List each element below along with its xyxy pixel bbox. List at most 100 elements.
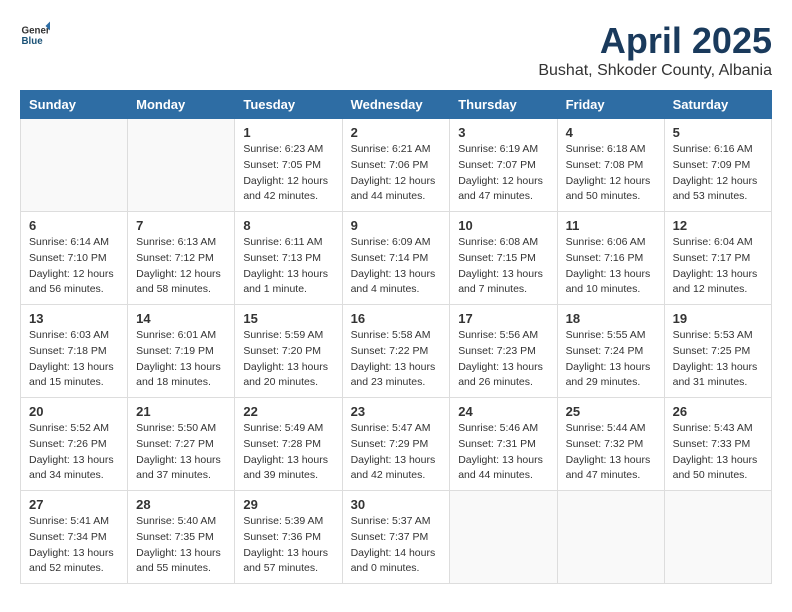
weekday-header-thursday: Thursday bbox=[450, 91, 557, 119]
day-number: 23 bbox=[351, 404, 442, 419]
day-info: Sunrise: 5:58 AM Sunset: 7:22 PM Dayligh… bbox=[351, 328, 442, 391]
title-section: April 2025 Bushat, Shkoder County, Alban… bbox=[538, 20, 772, 80]
day-info: Sunrise: 5:43 AM Sunset: 7:33 PM Dayligh… bbox=[673, 421, 763, 484]
logo: General Blue bbox=[20, 20, 50, 50]
day-number: 29 bbox=[243, 497, 333, 512]
day-info: Sunrise: 6:01 AM Sunset: 7:19 PM Dayligh… bbox=[136, 328, 226, 391]
day-number: 2 bbox=[351, 125, 442, 140]
calendar-cell bbox=[128, 119, 235, 212]
calendar-cell: 30 Sunrise: 5:37 AM Sunset: 7:37 PM Dayli… bbox=[342, 491, 450, 584]
calendar-cell: 20Sunrise: 5:52 AM Sunset: 7:26 PM Dayli… bbox=[21, 398, 128, 491]
day-number: 5 bbox=[673, 125, 763, 140]
day-number: 6 bbox=[29, 218, 119, 233]
day-info: Sunrise: 6:14 AM Sunset: 7:10 PM Dayligh… bbox=[29, 235, 119, 298]
calendar-body: 1Sunrise: 6:23 AM Sunset: 7:05 PM Daylig… bbox=[21, 119, 772, 584]
day-info: Sunrise: 5:49 AM Sunset: 7:28 PM Dayligh… bbox=[243, 421, 333, 484]
calendar-cell bbox=[21, 119, 128, 212]
day-info: Sunrise: 6:13 AM Sunset: 7:12 PM Dayligh… bbox=[136, 235, 226, 298]
weekday-header-sunday: Sunday bbox=[21, 91, 128, 119]
day-number: 1 bbox=[243, 125, 333, 140]
day-info: Sunrise: 5:39 AM Sunset: 7:36 PM Dayligh… bbox=[243, 514, 333, 577]
weekday-header-wednesday: Wednesday bbox=[342, 91, 450, 119]
weekday-header-tuesday: Tuesday bbox=[235, 91, 342, 119]
day-number: 12 bbox=[673, 218, 763, 233]
day-info: Sunrise: 5:53 AM Sunset: 7:25 PM Dayligh… bbox=[673, 328, 763, 391]
calendar-cell: 6 Sunrise: 6:14 AM Sunset: 7:10 PM Daylig… bbox=[21, 212, 128, 305]
day-number: 8 bbox=[243, 218, 333, 233]
day-info: Sunrise: 5:44 AM Sunset: 7:32 PM Dayligh… bbox=[566, 421, 656, 484]
svg-text:General: General bbox=[22, 26, 51, 37]
day-info: Sunrise: 6:21 AM Sunset: 7:06 PM Dayligh… bbox=[351, 142, 442, 205]
calendar-cell: 9 Sunrise: 6:09 AM Sunset: 7:14 PM Daylig… bbox=[342, 212, 450, 305]
day-number: 24 bbox=[458, 404, 548, 419]
calendar-cell: 3 Sunrise: 6:19 AM Sunset: 7:07 PM Daylig… bbox=[450, 119, 557, 212]
day-info: Sunrise: 6:08 AM Sunset: 7:15 PM Dayligh… bbox=[458, 235, 548, 298]
calendar-week-4: 20Sunrise: 5:52 AM Sunset: 7:26 PM Dayli… bbox=[21, 398, 772, 491]
calendar-cell: 7 Sunrise: 6:13 AM Sunset: 7:12 PM Daylig… bbox=[128, 212, 235, 305]
day-info: Sunrise: 5:47 AM Sunset: 7:29 PM Dayligh… bbox=[351, 421, 442, 484]
weekday-header-monday: Monday bbox=[128, 91, 235, 119]
day-number: 30 bbox=[351, 497, 442, 512]
calendar-cell: 14 Sunrise: 6:01 AM Sunset: 7:19 PM Dayli… bbox=[128, 305, 235, 398]
calendar-cell: 16 Sunrise: 5:58 AM Sunset: 7:22 PM Dayli… bbox=[342, 305, 450, 398]
day-info: Sunrise: 5:37 AM Sunset: 7:37 PM Dayligh… bbox=[351, 514, 442, 577]
page-header: General Blue April 2025 Bushat, Shkoder … bbox=[20, 20, 772, 80]
day-info: Sunrise: 5:59 AM Sunset: 7:20 PM Dayligh… bbox=[243, 328, 333, 391]
day-info: Sunrise: 5:55 AM Sunset: 7:24 PM Dayligh… bbox=[566, 328, 656, 391]
calendar-week-1: 1Sunrise: 6:23 AM Sunset: 7:05 PM Daylig… bbox=[21, 119, 772, 212]
day-info: Sunrise: 6:09 AM Sunset: 7:14 PM Dayligh… bbox=[351, 235, 442, 298]
day-number: 7 bbox=[136, 218, 226, 233]
day-info: Sunrise: 6:18 AM Sunset: 7:08 PM Dayligh… bbox=[566, 142, 656, 205]
day-number: 17 bbox=[458, 311, 548, 326]
day-number: 20 bbox=[29, 404, 119, 419]
day-info: Sunrise: 6:04 AM Sunset: 7:17 PM Dayligh… bbox=[673, 235, 763, 298]
calendar-cell: 18 Sunrise: 5:55 AM Sunset: 7:24 PM Dayli… bbox=[557, 305, 664, 398]
day-number: 28 bbox=[136, 497, 226, 512]
calendar-table: SundayMondayTuesdayWednesdayThursdayFrid… bbox=[20, 90, 772, 584]
month-title: April 2025 bbox=[538, 20, 772, 62]
calendar-week-5: 27Sunrise: 5:41 AM Sunset: 7:34 PM Dayli… bbox=[21, 491, 772, 584]
calendar-cell: 13 Sunrise: 6:03 AM Sunset: 7:18 PM Dayli… bbox=[21, 305, 128, 398]
calendar-cell: 24 Sunrise: 5:46 AM Sunset: 7:31 PM Dayli… bbox=[450, 398, 557, 491]
day-number: 14 bbox=[136, 311, 226, 326]
calendar-cell: 29 Sunrise: 5:39 AM Sunset: 7:36 PM Dayli… bbox=[235, 491, 342, 584]
day-info: Sunrise: 5:41 AM Sunset: 7:34 PM Dayligh… bbox=[29, 514, 119, 577]
calendar-cell: 11 Sunrise: 6:06 AM Sunset: 7:16 PM Dayli… bbox=[557, 212, 664, 305]
calendar-header-row: SundayMondayTuesdayWednesdayThursdayFrid… bbox=[21, 91, 772, 119]
day-number: 26 bbox=[673, 404, 763, 419]
day-info: Sunrise: 6:03 AM Sunset: 7:18 PM Dayligh… bbox=[29, 328, 119, 391]
day-number: 13 bbox=[29, 311, 119, 326]
calendar-cell: 21Sunrise: 5:50 AM Sunset: 7:27 PM Dayli… bbox=[128, 398, 235, 491]
calendar-cell: 17Sunrise: 5:56 AM Sunset: 7:23 PM Dayli… bbox=[450, 305, 557, 398]
day-number: 4 bbox=[566, 125, 656, 140]
calendar-cell: 2 Sunrise: 6:21 AM Sunset: 7:06 PM Daylig… bbox=[342, 119, 450, 212]
calendar-cell: 10Sunrise: 6:08 AM Sunset: 7:15 PM Dayli… bbox=[450, 212, 557, 305]
day-number: 18 bbox=[566, 311, 656, 326]
calendar-cell: 25Sunrise: 5:44 AM Sunset: 7:32 PM Dayli… bbox=[557, 398, 664, 491]
calendar-week-2: 6 Sunrise: 6:14 AM Sunset: 7:10 PM Daylig… bbox=[21, 212, 772, 305]
calendar-cell: 22 Sunrise: 5:49 AM Sunset: 7:28 PM Dayli… bbox=[235, 398, 342, 491]
day-number: 22 bbox=[243, 404, 333, 419]
calendar-week-3: 13 Sunrise: 6:03 AM Sunset: 7:18 PM Dayli… bbox=[21, 305, 772, 398]
calendar-cell: 15 Sunrise: 5:59 AM Sunset: 7:20 PM Dayli… bbox=[235, 305, 342, 398]
calendar-cell bbox=[557, 491, 664, 584]
day-info: Sunrise: 5:46 AM Sunset: 7:31 PM Dayligh… bbox=[458, 421, 548, 484]
logo-icon: General Blue bbox=[20, 20, 50, 50]
calendar-cell: 12 Sunrise: 6:04 AM Sunset: 7:17 PM Dayli… bbox=[664, 212, 771, 305]
calendar-cell: 28 Sunrise: 5:40 AM Sunset: 7:35 PM Dayli… bbox=[128, 491, 235, 584]
day-number: 11 bbox=[566, 218, 656, 233]
day-info: Sunrise: 6:19 AM Sunset: 7:07 PM Dayligh… bbox=[458, 142, 548, 205]
day-number: 9 bbox=[351, 218, 442, 233]
day-number: 3 bbox=[458, 125, 548, 140]
calendar-cell bbox=[450, 491, 557, 584]
day-number: 16 bbox=[351, 311, 442, 326]
weekday-header-friday: Friday bbox=[557, 91, 664, 119]
calendar-cell: 1Sunrise: 6:23 AM Sunset: 7:05 PM Daylig… bbox=[235, 119, 342, 212]
day-number: 21 bbox=[136, 404, 226, 419]
day-info: Sunrise: 6:06 AM Sunset: 7:16 PM Dayligh… bbox=[566, 235, 656, 298]
svg-text:Blue: Blue bbox=[22, 36, 44, 47]
weekday-header-saturday: Saturday bbox=[664, 91, 771, 119]
day-number: 15 bbox=[243, 311, 333, 326]
day-info: Sunrise: 5:40 AM Sunset: 7:35 PM Dayligh… bbox=[136, 514, 226, 577]
calendar-cell: 19Sunrise: 5:53 AM Sunset: 7:25 PM Dayli… bbox=[664, 305, 771, 398]
